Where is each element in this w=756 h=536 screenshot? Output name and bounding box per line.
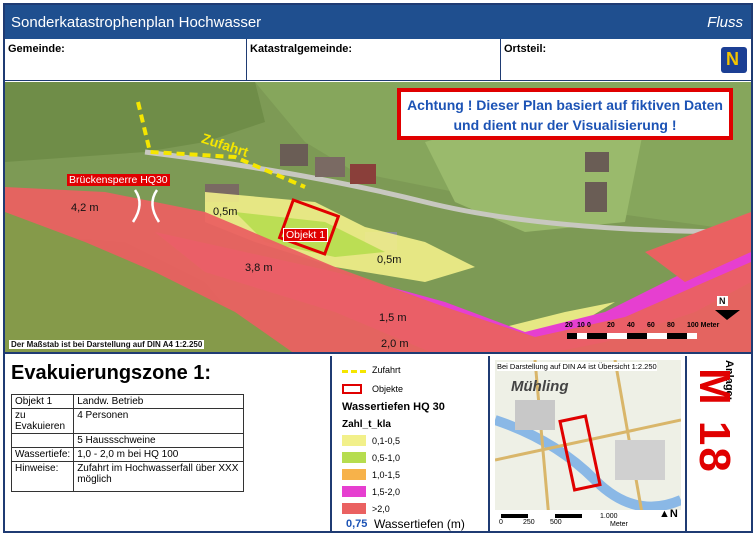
legend-title: Wassertiefen HQ 30	[342, 401, 445, 413]
noe-logo: N	[721, 47, 747, 73]
overview-map[interactable]: Bei Darstellung auf DIN A4 ist Übersicht…	[495, 360, 681, 530]
overview-place: Mühling	[511, 378, 569, 395]
depth-label: 0,5m	[213, 206, 238, 218]
table-row: 5 Haussschweine	[10, 433, 245, 448]
depth-label: 0,5m	[377, 254, 402, 266]
ortsteil-field[interactable]: Ortsteil:	[501, 39, 751, 81]
legend-class-label: 1,0-1,5	[372, 470, 401, 480]
zufahrt-legend-icon	[342, 370, 366, 373]
brueckensperre-label: Brückensperre HQ30	[67, 174, 170, 186]
north-arrow-icon: N	[717, 296, 728, 306]
objekte-legend-icon	[342, 384, 362, 394]
table-row: Hinweise: Zufahrt im Hochwasserfall über …	[10, 461, 245, 492]
depth-label: 4,2 m	[71, 202, 99, 214]
legend: Zufahrt Objekte Wassertiefen HQ 30 Zahl_…	[330, 356, 490, 533]
depth-label: 1,5 m	[379, 312, 407, 324]
overview-scale-tick: 500	[550, 519, 562, 526]
legend-swatch	[342, 503, 366, 514]
table-row: zu Evakuieren 4 Personen	[10, 408, 245, 434]
katastralgemeinde-field[interactable]: Katastralgemeinde:	[247, 39, 501, 81]
scale-bar: 20 10 0 20 40 60 80 100 Meter	[565, 322, 720, 329]
overview-note: Bei Darstellung auf DIN A4 ist Übersicht…	[497, 362, 657, 371]
warning-line-2: und dient nur der Visualisierung !	[453, 117, 677, 133]
plan-title: Sonderkatastrophenplan Hochwasser	[11, 14, 262, 31]
overview-scale-tick: 250	[523, 519, 535, 526]
overview-scale-tick: 1.000	[600, 513, 618, 520]
title-bar: Sonderkatastrophenplan Hochwasser Fluss	[5, 5, 751, 39]
objekt-map-label[interactable]: Objekt 1	[283, 228, 329, 242]
depth-label: 3,8 m	[245, 262, 273, 274]
overview-scale-tick: 0	[499, 519, 503, 526]
legend-swatch	[342, 486, 366, 497]
legend-objekte-label: Objekte	[372, 384, 404, 394]
sample-depth-value: 0,75	[346, 518, 368, 530]
flood-map[interactable]: Achtung ! Dieser Plan basiert auf fiktiv…	[5, 82, 751, 354]
scale-note: Der Maßstab ist bei Darstellung auf DIN …	[9, 340, 205, 349]
legend-swatch	[342, 435, 366, 446]
warning-line-1: Achtung ! Dieser Plan basiert auf fiktiv…	[407, 97, 723, 113]
table-row: Wassertiefe: 1,0 - 2,0 m bei HQ 100	[10, 447, 245, 462]
legend-swatch	[342, 469, 366, 480]
gemeinde-field[interactable]: Gemeinde:	[5, 39, 247, 81]
legend-class-label: >2,0	[372, 504, 390, 514]
anlage-number: M 18	[690, 368, 739, 474]
evacuation-table: Objekt 1 Landw. Betrieb zu Evakuieren 4 Pe…	[10, 394, 245, 492]
legend-swatch	[342, 452, 366, 463]
legend-class-label: 0,5-1,0	[372, 453, 401, 463]
legend-class-label: 0,1-0,5	[372, 436, 401, 446]
north-arrow-icon: ▲N	[659, 508, 678, 520]
info-panel: Evakuierungszone 1: Objekt 1 Landw. Betri…	[5, 356, 751, 533]
legend-field: Zahl_t_kla	[342, 419, 391, 430]
warning-box: Achtung ! Dieser Plan basiert auf fiktiv…	[397, 88, 733, 140]
overview-scale-unit: Meter	[610, 521, 628, 528]
zone-title: Evakuierungszone 1:	[11, 362, 212, 384]
plan-frame: Sonderkatastrophenplan Hochwasser Fluss …	[3, 3, 753, 533]
table-row: Objekt 1 Landw. Betrieb	[10, 394, 245, 409]
river-label: Fluss	[707, 14, 743, 31]
legend-zufahrt-label: Zufahrt	[372, 365, 401, 375]
depth-label: 2,0 m	[381, 338, 409, 350]
legend-class-label: 1,5-2,0	[372, 487, 401, 497]
location-fields: Gemeinde: Katastralgemeinde: Ortsteil: N	[5, 39, 751, 81]
sample-depth-label: Wassertiefen (m)	[374, 517, 465, 531]
anlage-box: Anlage: M 18	[685, 356, 751, 533]
